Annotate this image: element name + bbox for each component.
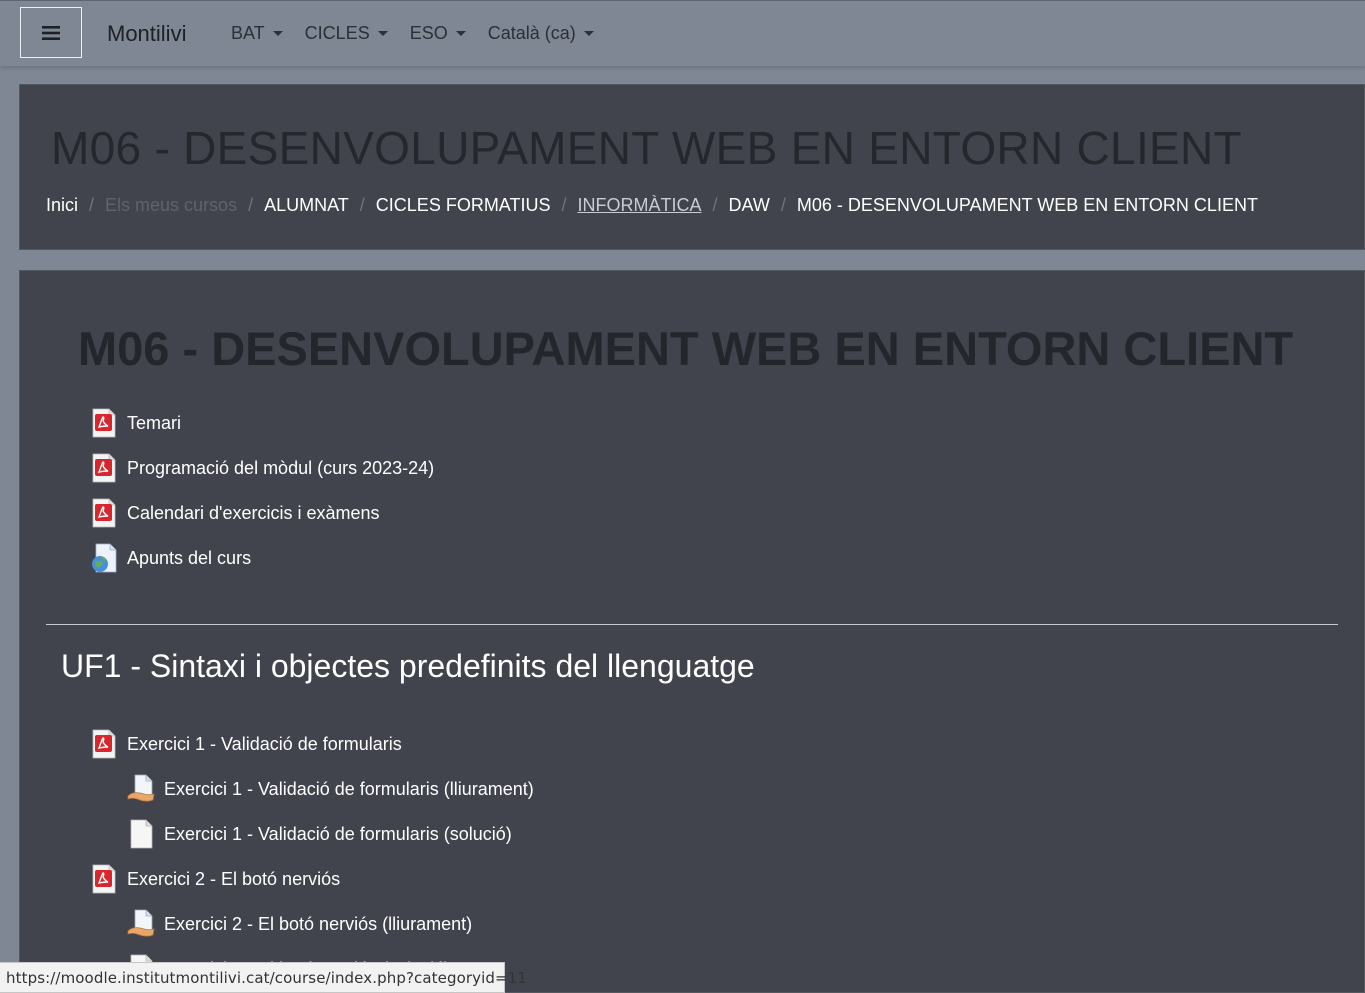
pdf-icon bbox=[92, 408, 116, 438]
pdf-icon bbox=[92, 453, 116, 483]
language-dropdown[interactable]: Català ‎(ca)‎ bbox=[488, 23, 594, 44]
caret-down-icon bbox=[377, 31, 388, 36]
nav-dropdown-label: BAT bbox=[231, 23, 265, 43]
activity-link[interactable]: Exercici 2 - El botó nerviós (lliurament… bbox=[164, 914, 472, 935]
breadcrumb-separator: / bbox=[248, 195, 254, 215]
site-brand[interactable]: Montilivi bbox=[107, 21, 186, 47]
activity-item[interactable]: Programació del mòdul (curs 2023-24) bbox=[90, 453, 434, 483]
breadcrumb-item[interactable]: Els meus cursos bbox=[105, 195, 237, 216]
activity-item[interactable]: Calendari d'exercicis i exàmens bbox=[90, 498, 380, 528]
hamburger-icon bbox=[42, 25, 60, 40]
breadcrumb-separator: / bbox=[89, 195, 95, 215]
breadcrumb-item[interactable]: CICLES FORMATIUS bbox=[376, 195, 551, 216]
breadcrumb-separator: / bbox=[359, 195, 365, 215]
activity-link[interactable]: Exercici 1 - Validació de formularis (ll… bbox=[164, 779, 534, 800]
section-title[interactable]: UF1 - Sintaxi i objectes predefinits del… bbox=[61, 648, 755, 685]
breadcrumb-item[interactable]: M06 - DESENVOLUPAMENT WEB EN ENTORN CLIE… bbox=[797, 195, 1258, 216]
activity-link[interactable]: Exercici 1 - Validació de formularis (so… bbox=[164, 824, 512, 845]
activity-link[interactable]: Apunts del curs bbox=[127, 548, 251, 569]
page-header-title: M06 - DESENVOLUPAMENT WEB EN ENTORN CLIE… bbox=[51, 122, 1242, 174]
caret-down-icon bbox=[272, 31, 283, 36]
nav-dropdown-bat[interactable]: BAT bbox=[231, 23, 283, 44]
activity-link[interactable]: Temari bbox=[127, 413, 181, 434]
nav-dropdown-eso[interactable]: ESO bbox=[410, 23, 466, 44]
pdf-icon bbox=[92, 729, 116, 759]
browser-status-bar: https://moodle.institutmontilivi.cat/cou… bbox=[0, 962, 527, 993]
breadcrumb-separator: / bbox=[780, 195, 786, 215]
breadcrumb: Inici / Els meus cursos / ALUMNAT / CICLES FOR… bbox=[46, 195, 1258, 216]
url-icon bbox=[92, 543, 117, 573]
activity-link[interactable]: Calendari d'exercicis i exàmens bbox=[127, 503, 380, 524]
activity-item[interactable]: Temari bbox=[90, 408, 181, 438]
course-title: M06 - DESENVOLUPAMENT WEB EN ENTORN CLIE… bbox=[78, 322, 1294, 375]
breadcrumb-separator: / bbox=[712, 195, 718, 215]
activity-item[interactable]: Exercici 1 - Validació de formularis (so… bbox=[127, 819, 512, 849]
top-navbar: Montilivi BAT CICLES ESO Català ‎(ca)‎ bbox=[0, 0, 1365, 66]
nav-dropdown-cicles[interactable]: CICLES bbox=[305, 23, 388, 44]
pdf-icon bbox=[92, 864, 116, 894]
nav-dropdown-label: Català ‎(ca)‎ bbox=[487, 23, 576, 43]
caret-down-icon bbox=[455, 31, 466, 36]
section-divider bbox=[46, 624, 1338, 625]
breadcrumb-item[interactable]: ALUMNAT bbox=[264, 195, 349, 216]
activity-item[interactable]: Exercici 2 - El botó nerviós (lliurament… bbox=[127, 909, 472, 939]
breadcrumb-separator: / bbox=[561, 195, 567, 215]
assignment-icon bbox=[127, 774, 155, 802]
activity-link[interactable]: Exercici 1 - Validació de formularis bbox=[127, 734, 402, 755]
file-icon bbox=[130, 819, 153, 849]
course-content: M06 - DESENVOLUPAMENT WEB EN ENTORN CLIE… bbox=[19, 270, 1365, 993]
assignment-icon bbox=[127, 909, 155, 937]
breadcrumb-item[interactable]: DAW bbox=[729, 195, 770, 216]
nav-dropdown-label: ESO bbox=[409, 23, 448, 43]
nav-dropdown-label: CICLES bbox=[304, 23, 370, 43]
activity-item[interactable]: Exercici 2 - El botó nerviós bbox=[90, 864, 340, 894]
caret-down-icon bbox=[583, 31, 594, 36]
menu-toggle-button[interactable] bbox=[20, 7, 82, 58]
nav-menu: BAT CICLES ESO Català ‎(ca)‎ bbox=[231, 23, 616, 44]
pdf-icon bbox=[92, 498, 116, 528]
page-header: M06 - DESENVOLUPAMENT WEB EN ENTORN CLIE… bbox=[19, 84, 1365, 250]
activity-link[interactable]: Programació del mòdul (curs 2023-24) bbox=[127, 458, 434, 479]
breadcrumb-item[interactable]: Inici bbox=[46, 195, 78, 216]
activity-item[interactable]: Apunts del curs bbox=[90, 543, 251, 573]
breadcrumb-item[interactable]: INFORMÀTICA bbox=[578, 195, 702, 216]
activity-item[interactable]: Exercici 1 - Validació de formularis bbox=[90, 729, 402, 759]
activity-item[interactable]: Exercici 1 - Validació de formularis (ll… bbox=[127, 774, 534, 804]
activity-link[interactable]: Exercici 2 - El botó nerviós bbox=[127, 869, 340, 890]
